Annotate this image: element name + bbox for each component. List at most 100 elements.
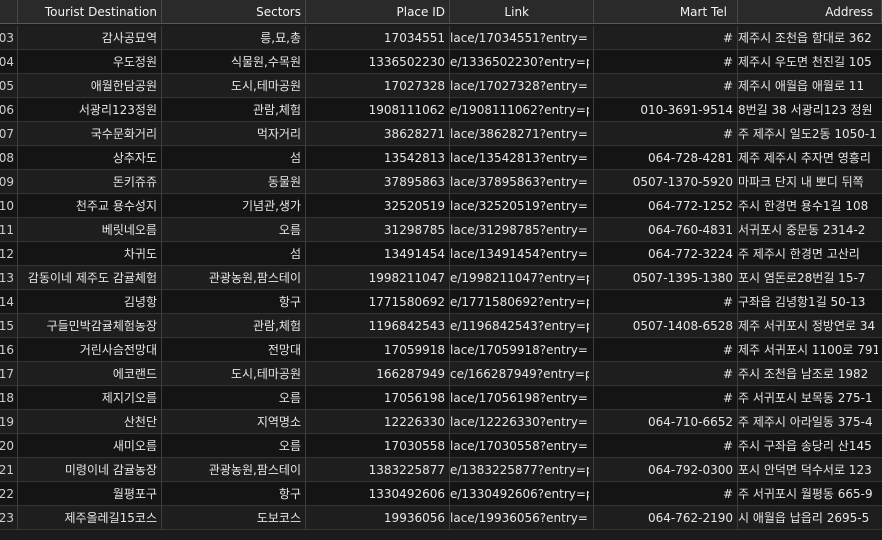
address-cell[interactable]: 서귀포시 중문동 2314-2 bbox=[738, 218, 882, 242]
sectors-cell[interactable]: 동물원 bbox=[162, 170, 306, 194]
tourist-destination-cell[interactable]: 차귀도 bbox=[18, 242, 162, 266]
table-row[interactable]: 12 차귀도 섬 13491454 lace/13491454?entry=ple 064… bbox=[0, 242, 882, 266]
row-index-cell[interactable]: 16 bbox=[0, 338, 18, 362]
table-row[interactable]: 16 거린사슴전망대 전망대 17059918 lace/17059918?entry=… bbox=[0, 338, 882, 362]
address-cell[interactable]: 주시 조천읍 남조로 1982 bbox=[738, 362, 882, 386]
address-cell[interactable]: 제주시 우도면 천진길 105 bbox=[738, 50, 882, 74]
column-header-address[interactable]: Address bbox=[738, 0, 882, 24]
mart-tel-cell[interactable]: 0507-1370-5920 bbox=[594, 170, 738, 194]
tourist-destination-cell[interactable]: 구들민박감귤체험농장 bbox=[18, 314, 162, 338]
mart-tel-cell[interactable]: # bbox=[594, 26, 738, 50]
mart-tel-cell[interactable]: 064-792-0300 bbox=[594, 458, 738, 482]
sectors-cell[interactable]: 오름 bbox=[162, 434, 306, 458]
tourist-destination-cell[interactable]: 김녕항 bbox=[18, 290, 162, 314]
link-cell[interactable]: e/1330492606?entry=ple bbox=[450, 482, 594, 506]
tourist-destination-cell[interactable]: 산천단 bbox=[18, 410, 162, 434]
link-cell[interactable]: e/1196842543?entry=ple bbox=[450, 314, 594, 338]
table-row[interactable]: 09 돈키쥬쥬 동물원 37895863 lace/37895863?entry=ple… bbox=[0, 170, 882, 194]
sectors-cell[interactable]: 릉,묘,총 bbox=[162, 26, 306, 50]
address-cell[interactable]: 제주 서귀포시 1100로 791 bbox=[738, 338, 882, 362]
tourist-destination-cell[interactable]: 에코랜드 bbox=[18, 362, 162, 386]
address-cell[interactable]: 주시 구좌읍 송당리 산145 bbox=[738, 434, 882, 458]
sectors-cell[interactable]: 섬 bbox=[162, 242, 306, 266]
link-cell[interactable]: lace/37895863?entry=ple bbox=[450, 170, 594, 194]
place-id-cell[interactable]: 17056198 bbox=[306, 386, 450, 410]
place-id-cell[interactable]: 1330492606 bbox=[306, 482, 450, 506]
table-row[interactable]: 05 애월한담공원 도시,테마공원 17027328 lace/17027328?ent… bbox=[0, 74, 882, 98]
table-row[interactable]: 18 제지기오름 오름 17056198 lace/17056198?entry=ple… bbox=[0, 386, 882, 410]
sectors-cell[interactable]: 도시,테마공원 bbox=[162, 362, 306, 386]
tourist-destination-cell[interactable]: 감사공묘역 bbox=[18, 26, 162, 50]
place-id-cell[interactable]: 19936056 bbox=[306, 506, 450, 530]
mart-tel-cell[interactable]: 064-772-3224 bbox=[594, 242, 738, 266]
row-index-cell[interactable]: 23 bbox=[0, 506, 18, 530]
address-cell[interactable]: 제주시 애월읍 애월로 11 bbox=[738, 74, 882, 98]
tourist-destination-cell[interactable]: 감동이네 제주도 감귤체험 bbox=[18, 266, 162, 290]
tourist-destination-cell[interactable]: 월평포구 bbox=[18, 482, 162, 506]
mart-tel-cell[interactable]: 064-772-1252 bbox=[594, 194, 738, 218]
sectors-cell[interactable]: 항구 bbox=[162, 482, 306, 506]
link-cell[interactable]: lace/17027328?entry=ple bbox=[450, 74, 594, 98]
row-index-cell[interactable]: 12 bbox=[0, 242, 18, 266]
link-cell[interactable]: lace/17030558?entry=ple bbox=[450, 434, 594, 458]
mart-tel-cell[interactable]: # bbox=[594, 74, 738, 98]
place-id-cell[interactable]: 1336502230 bbox=[306, 50, 450, 74]
sectors-cell[interactable]: 오름 bbox=[162, 386, 306, 410]
row-index-cell[interactable]: 22 bbox=[0, 482, 18, 506]
link-cell[interactable]: ce/166287949?entry=ple bbox=[450, 362, 594, 386]
link-cell[interactable]: lace/19936056?entry=ple bbox=[450, 506, 594, 530]
place-id-cell[interactable]: 17027328 bbox=[306, 74, 450, 98]
link-cell[interactable]: e/1336502230?entry=ple bbox=[450, 50, 594, 74]
mart-tel-cell[interactable]: # bbox=[594, 386, 738, 410]
sectors-cell[interactable]: 오름 bbox=[162, 218, 306, 242]
row-index-cell[interactable]: 10 bbox=[0, 194, 18, 218]
table-row[interactable]: 06 서광리123정원 관람,체험 1908111062 e/1908111062?en… bbox=[0, 98, 882, 122]
place-id-cell[interactable]: 17034551 bbox=[306, 26, 450, 50]
row-index-cell[interactable]: 19 bbox=[0, 410, 18, 434]
sectors-cell[interactable]: 기념관,생가 bbox=[162, 194, 306, 218]
address-cell[interactable]: 주 제주시 아라일동 375-4 bbox=[738, 410, 882, 434]
tourist-destination-cell[interactable]: 우도정원 bbox=[18, 50, 162, 74]
sectors-cell[interactable]: 전망대 bbox=[162, 338, 306, 362]
place-id-cell[interactable]: 31298785 bbox=[306, 218, 450, 242]
link-cell[interactable]: lace/13491454?entry=ple bbox=[450, 242, 594, 266]
sectors-cell[interactable]: 관람,체험 bbox=[162, 314, 306, 338]
table-row[interactable]: 15 구들민박감귤체험농장 관람,체험 1196842543 e/1196842543?… bbox=[0, 314, 882, 338]
sectors-cell[interactable]: 관광농원,팜스테이 bbox=[162, 266, 306, 290]
table-row[interactable]: 13 감동이네 제주도 감귤체험 관광농원,팜스테이 1998211047 e/1998… bbox=[0, 266, 882, 290]
sectors-cell[interactable]: 먹자거리 bbox=[162, 122, 306, 146]
row-index-cell[interactable]: 17 bbox=[0, 362, 18, 386]
address-cell[interactable]: 주시 한경면 용수1길 108 bbox=[738, 194, 882, 218]
mart-tel-cell[interactable]: 010-3691-9514 bbox=[594, 98, 738, 122]
table-row[interactable]: 07 국수문화거리 먹자거리 38628271 lace/38628271?entry=… bbox=[0, 122, 882, 146]
table-row[interactable]: 21 미령이네 감귤농장 관광농원,팜스테이 1383225877 e/13832258… bbox=[0, 458, 882, 482]
mart-tel-cell[interactable]: 0507-1395-1380 bbox=[594, 266, 738, 290]
link-cell[interactable]: lace/38628271?entry=ple bbox=[450, 122, 594, 146]
mart-tel-cell[interactable]: 064-728-4281 bbox=[594, 146, 738, 170]
sectors-cell[interactable]: 도보코스 bbox=[162, 506, 306, 530]
address-cell[interactable]: 주 서귀포시 보목동 275-1 bbox=[738, 386, 882, 410]
place-id-cell[interactable]: 1383225877 bbox=[306, 458, 450, 482]
table-row[interactable]: 23 제주올레길15코스 도보코스 19936056 lace/19936056?ent… bbox=[0, 506, 882, 530]
place-id-cell[interactable]: 37895863 bbox=[306, 170, 450, 194]
row-index-cell[interactable]: 11 bbox=[0, 218, 18, 242]
address-cell[interactable]: 8번길 38 서광리123 정원 bbox=[738, 98, 882, 122]
mart-tel-cell[interactable]: 064-760-4831 bbox=[594, 218, 738, 242]
table-row[interactable]: 03 감사공묘역 릉,묘,총 17034551 lace/17034551?entry=… bbox=[0, 26, 882, 50]
mart-tel-cell[interactable]: 064-710-6652 bbox=[594, 410, 738, 434]
table-row[interactable]: 22 월평포구 항구 1330492606 e/1330492606?entry=ple… bbox=[0, 482, 882, 506]
sectors-cell[interactable]: 항구 bbox=[162, 290, 306, 314]
tourist-destination-cell[interactable]: 서광리123정원 bbox=[18, 98, 162, 122]
row-index-cell[interactable]: 18 bbox=[0, 386, 18, 410]
table-row[interactable]: 17 에코랜드 도시,테마공원 166287949 ce/166287949?entry… bbox=[0, 362, 882, 386]
sectors-cell[interactable]: 식물원,수목원 bbox=[162, 50, 306, 74]
place-id-cell[interactable]: 32520519 bbox=[306, 194, 450, 218]
address-cell[interactable]: 주 서귀포시 월평동 665-9 bbox=[738, 482, 882, 506]
mart-tel-cell[interactable]: # bbox=[594, 290, 738, 314]
table-row[interactable]: 19 산천단 지역명소 12226330 lace/12226330?entry=ple… bbox=[0, 410, 882, 434]
place-id-cell[interactable]: 1771580692 bbox=[306, 290, 450, 314]
place-id-cell[interactable]: 38628271 bbox=[306, 122, 450, 146]
row-index-cell[interactable]: 09 bbox=[0, 170, 18, 194]
place-id-cell[interactable]: 13491454 bbox=[306, 242, 450, 266]
row-index-header[interactable] bbox=[0, 0, 18, 24]
